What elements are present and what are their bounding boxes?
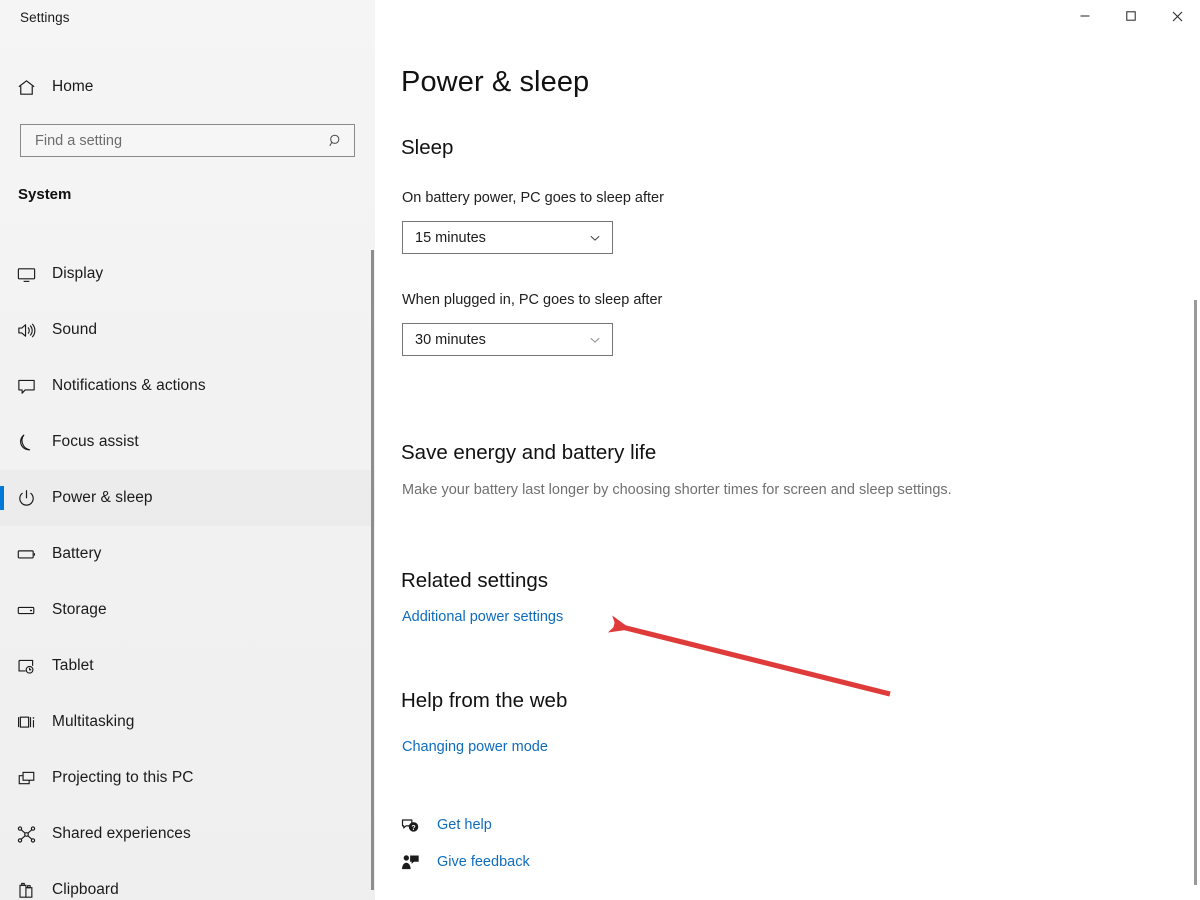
- section-heading-related-settings: Related settings: [401, 569, 549, 592]
- main-scrollbar-thumb[interactable]: [1193, 300, 1197, 885]
- sidebar-scrollbar-thumb[interactable]: [371, 250, 374, 890]
- sidebar-item-storage[interactable]: Storage: [0, 582, 375, 638]
- section-heading-sleep: Sleep: [401, 136, 454, 159]
- sidebar-item-label: Notifications & actions: [52, 377, 206, 394]
- svg-text:?: ?: [411, 824, 415, 831]
- link-additional-power-settings[interactable]: Additional power settings: [402, 609, 563, 625]
- sidebar-item-label: Clipboard: [52, 881, 119, 898]
- chat-bubble-icon: [0, 376, 52, 397]
- main-scrollbar[interactable]: [1192, 300, 1198, 885]
- projecting-icon: [0, 768, 52, 789]
- dropdown-battery-sleep-time[interactable]: 15 minutes: [402, 221, 613, 254]
- sidebar-item-label: Projecting to this PC: [52, 769, 194, 786]
- sidebar-item-tablet[interactable]: Tablet: [0, 638, 375, 694]
- dropdown-battery-value: 15 minutes: [415, 229, 486, 246]
- sidebar-item-label: Storage: [52, 601, 107, 618]
- sidebar-item-home[interactable]: Home: [0, 70, 375, 104]
- sidebar-item-label-home: Home: [52, 78, 94, 95]
- save-energy-description: Make your battery last longer by choosin…: [402, 482, 952, 498]
- storage-icon: [0, 600, 52, 621]
- maximize-button[interactable]: [1108, 0, 1154, 32]
- label-when-plugged-in: When plugged in, PC goes to sleep after: [402, 292, 663, 308]
- window-title: Settings: [20, 10, 70, 25]
- monitor-icon: [0, 264, 52, 285]
- dropdown-plugged-value: 30 minutes: [415, 331, 486, 348]
- chevron-down-icon: [588, 333, 602, 347]
- power-icon: [0, 488, 52, 509]
- settings-window: Settings Home System: [0, 0, 1200, 900]
- give-feedback-label: Give feedback: [437, 854, 530, 870]
- main-content: Power & sleep Sleep On battery power, PC…: [375, 0, 1200, 900]
- close-button[interactable]: [1154, 0, 1200, 32]
- get-help-label: Get help: [437, 817, 492, 833]
- section-heading-help-from-web: Help from the web: [401, 689, 568, 712]
- sidebar-item-label: Multitasking: [52, 713, 135, 730]
- sidebar-item-sound[interactable]: Sound: [0, 302, 375, 358]
- sidebar-nav-list: Display Sound Notifications & actions Fo…: [0, 246, 375, 900]
- section-heading-save-energy: Save energy and battery life: [401, 441, 657, 464]
- search-icon: [318, 133, 354, 149]
- sidebar-item-multitasking[interactable]: Multitasking: [0, 694, 375, 750]
- sidebar-item-battery[interactable]: Battery: [0, 526, 375, 582]
- speaker-icon: [0, 320, 52, 341]
- give-feedback-icon: [401, 853, 437, 872]
- get-help-icon: ?: [401, 816, 437, 835]
- search-box[interactable]: [20, 124, 355, 157]
- sidebar-item-projecting[interactable]: Projecting to this PC: [0, 750, 375, 806]
- sidebar-item-clipboard[interactable]: Clipboard: [0, 862, 375, 900]
- multitasking-icon: [0, 712, 52, 733]
- page-title: Power & sleep: [401, 66, 590, 98]
- sidebar-group-label: System: [18, 186, 72, 203]
- battery-icon: [0, 544, 52, 565]
- sidebar-item-shared-experiences[interactable]: Shared experiences: [0, 806, 375, 862]
- get-help-row[interactable]: ? Get help: [401, 812, 492, 838]
- search-input[interactable]: [21, 132, 318, 149]
- share-nodes-icon: [0, 824, 52, 845]
- sidebar-item-label: Shared experiences: [52, 825, 191, 842]
- sidebar-item-label: Battery: [52, 545, 102, 562]
- sidebar-item-label: Sound: [52, 321, 98, 338]
- clipboard-icon: [0, 880, 52, 900]
- chevron-down-icon: [588, 231, 602, 245]
- sidebar-item-display[interactable]: Display: [0, 246, 375, 302]
- moon-icon: [0, 432, 52, 453]
- sidebar-item-focus-assist[interactable]: Focus assist: [0, 414, 375, 470]
- tablet-icon: [0, 656, 52, 677]
- sidebar-item-label: Focus assist: [52, 433, 139, 450]
- label-on-battery-power: On battery power, PC goes to sleep after: [402, 190, 664, 206]
- minimize-button[interactable]: [1062, 0, 1108, 32]
- sidebar: Settings Home System: [0, 0, 375, 900]
- home-icon: [0, 77, 52, 98]
- sidebar-item-label: Display: [52, 265, 104, 282]
- window-controls: [1062, 0, 1200, 32]
- sidebar-item-label: Tablet: [52, 657, 94, 674]
- link-changing-power-mode[interactable]: Changing power mode: [402, 739, 548, 755]
- dropdown-plugged-sleep-time[interactable]: 30 minutes: [402, 323, 613, 356]
- sidebar-item-label: Power & sleep: [52, 489, 153, 506]
- sidebar-item-power-sleep[interactable]: Power & sleep: [0, 470, 375, 526]
- sidebar-item-notifications[interactable]: Notifications & actions: [0, 358, 375, 414]
- give-feedback-row[interactable]: Give feedback: [401, 849, 530, 875]
